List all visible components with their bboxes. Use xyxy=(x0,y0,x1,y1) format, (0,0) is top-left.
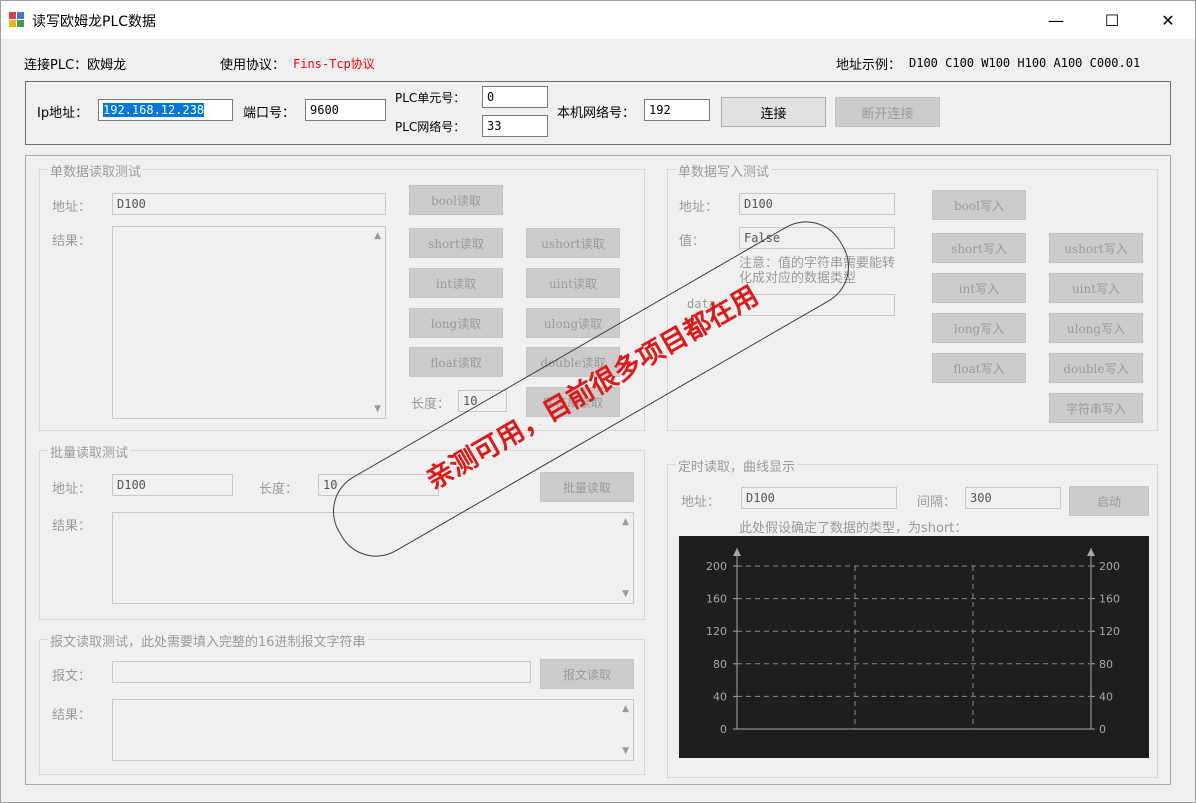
chart-background xyxy=(679,536,1149,758)
scroll-up-icon[interactable]: ▲ xyxy=(374,231,381,241)
chart-right-tick-label: 120 xyxy=(1099,625,1120,638)
short-read-button[interactable]: short读取 xyxy=(409,228,503,258)
chart-left-tick-label: 160 xyxy=(706,593,727,606)
ulong-write-button[interactable]: ulong写入 xyxy=(1049,313,1143,343)
disconnect-button[interactable]: 断开连接 xyxy=(835,97,940,127)
address-example-value: D100 C100 W100 H100 A100 C000.01 xyxy=(909,56,1141,70)
float-write-button[interactable]: float写入 xyxy=(932,353,1026,383)
double-write-button[interactable]: double写入 xyxy=(1049,353,1143,383)
ip-input-value: 192.168.12.238 xyxy=(103,103,205,117)
app-icon xyxy=(9,12,24,27)
timer-read-title: 定时读取，曲线显示 xyxy=(676,456,798,475)
scroll-up-icon[interactable]: ▲ xyxy=(622,517,629,527)
single-read-title: 单数据读取测试 xyxy=(48,161,144,180)
address-example-label: 地址示例： xyxy=(836,58,902,73)
single-write-address-label: 地址： xyxy=(679,200,719,215)
ushort-write-button[interactable]: ushort写入 xyxy=(1049,233,1143,263)
uint-write-button[interactable]: uint写入 xyxy=(1049,273,1143,303)
single-read-address-input[interactable]: D100 xyxy=(112,193,386,215)
main-window: 读写欧姆龙PLC数据 — ☐ ✕ 连接PLC：欧姆龙 使用协议： Fins-Tc… xyxy=(0,0,1196,803)
single-read-result-label: 结果： xyxy=(52,234,92,249)
title-bar: 读写欧姆龙PLC数据 — ☐ ✕ xyxy=(1,1,1195,39)
single-read-length-label: 长度： xyxy=(411,397,451,412)
chart-left-tick-label: 120 xyxy=(706,625,727,638)
plc-value: 欧姆龙 xyxy=(87,58,127,73)
unit-label: PLC单元号： xyxy=(395,91,466,105)
single-read-result-textarea[interactable]: ▲ ▼ xyxy=(112,226,386,419)
batch-read-result-label: 结果： xyxy=(52,519,92,534)
batch-read-button[interactable]: 批量读取 xyxy=(540,472,634,502)
chart-left-tick-label: 80 xyxy=(713,658,727,671)
single-write-title: 单数据写入测试 xyxy=(676,161,772,180)
string-write-button[interactable]: 字符串写入 xyxy=(1049,393,1143,423)
scroll-up-icon[interactable]: ▲ xyxy=(622,704,629,714)
bool-write-button[interactable]: bool写入 xyxy=(932,190,1026,220)
chart-right-tick-label: 160 xyxy=(1099,593,1120,606)
message-label: 报文： xyxy=(52,669,92,684)
scroll-down-icon[interactable]: ▼ xyxy=(622,589,629,599)
timer-address-input[interactable]: D100 xyxy=(741,487,897,509)
timer-note: 此处假设确定了数据的类型，为short： xyxy=(739,521,968,536)
chart-left-tick-label: 0 xyxy=(720,723,727,736)
message-input[interactable] xyxy=(112,661,531,683)
chart-right-tick-label: 0 xyxy=(1099,723,1106,736)
message-result-label: 结果： xyxy=(52,708,92,723)
maximize-icon[interactable]: ☐ xyxy=(1084,1,1140,39)
timer-start-button[interactable]: 启动 xyxy=(1069,486,1149,516)
message-read-button[interactable]: 报文读取 xyxy=(540,659,634,689)
unit-input[interactable]: 0 xyxy=(482,86,548,108)
single-read-address-label: 地址： xyxy=(52,200,92,215)
single-write-address-input[interactable]: D100 xyxy=(739,193,895,215)
scroll-down-icon[interactable]: ▼ xyxy=(374,404,381,414)
chart-right-tick-label: 40 xyxy=(1099,690,1113,703)
net-label: PLC网络号： xyxy=(395,120,466,134)
chart-left-tick-label: 200 xyxy=(706,560,727,573)
minimize-icon[interactable]: — xyxy=(1028,1,1084,39)
batch-read-address-label: 地址： xyxy=(52,482,92,497)
ip-label: Ip地址： xyxy=(37,106,89,121)
uint-read-button[interactable]: uint读取 xyxy=(526,268,620,298)
message-result-textarea[interactable]: ▲ ▼ xyxy=(112,699,634,761)
protocol-label: 使用协议： xyxy=(220,58,286,73)
chart-right-tick-label: 200 xyxy=(1099,560,1120,573)
batch-read-address-input[interactable]: D100 xyxy=(112,474,233,496)
timer-address-label: 地址： xyxy=(681,495,721,510)
port-label: 端口号： xyxy=(243,106,296,121)
int-write-button[interactable]: int写入 xyxy=(932,273,1026,303)
bool-read-button[interactable]: bool读取 xyxy=(409,185,503,215)
batch-read-title: 批量读取测试 xyxy=(48,442,131,461)
short-write-button[interactable]: short写入 xyxy=(932,233,1026,263)
timer-interval-label: 间隔： xyxy=(917,495,957,510)
local-net-label: 本机网络号： xyxy=(557,106,636,121)
float-read-button[interactable]: float读取 xyxy=(409,347,503,377)
single-write-value-label: 值： xyxy=(679,234,706,249)
connect-button[interactable]: 连接 xyxy=(721,97,826,127)
long-read-button[interactable]: long读取 xyxy=(409,308,503,338)
port-input[interactable]: 9600 xyxy=(305,99,386,121)
protocol-value: Fins-Tcp协议 xyxy=(293,57,375,71)
int-read-button[interactable]: int读取 xyxy=(409,268,503,298)
ushort-read-button[interactable]: ushort读取 xyxy=(526,228,620,258)
curve-chart: 0 0 40 40 80 80 120 120 160 160 200 200 xyxy=(679,536,1149,758)
ip-input[interactable]: 192.168.12.238 xyxy=(98,99,233,121)
close-icon[interactable]: ✕ xyxy=(1140,1,1195,39)
local-net-input[interactable]: 192 xyxy=(644,99,710,121)
chart-right-tick-label: 80 xyxy=(1099,658,1113,671)
message-read-title: 报文读取测试，此处需要填入完整的16进制报文字符串 xyxy=(48,631,368,650)
timer-interval-input[interactable]: 300 xyxy=(965,487,1061,509)
window-title: 读写欧姆龙PLC数据 xyxy=(32,14,157,30)
batch-read-length-label: 长度： xyxy=(259,482,299,497)
long-write-button[interactable]: long写入 xyxy=(932,313,1026,343)
net-input[interactable]: 33 xyxy=(482,115,548,137)
scroll-down-icon[interactable]: ▼ xyxy=(622,746,629,756)
chart-left-tick-label: 40 xyxy=(713,690,727,703)
plc-label: 连接PLC：欧姆龙 xyxy=(24,58,127,73)
